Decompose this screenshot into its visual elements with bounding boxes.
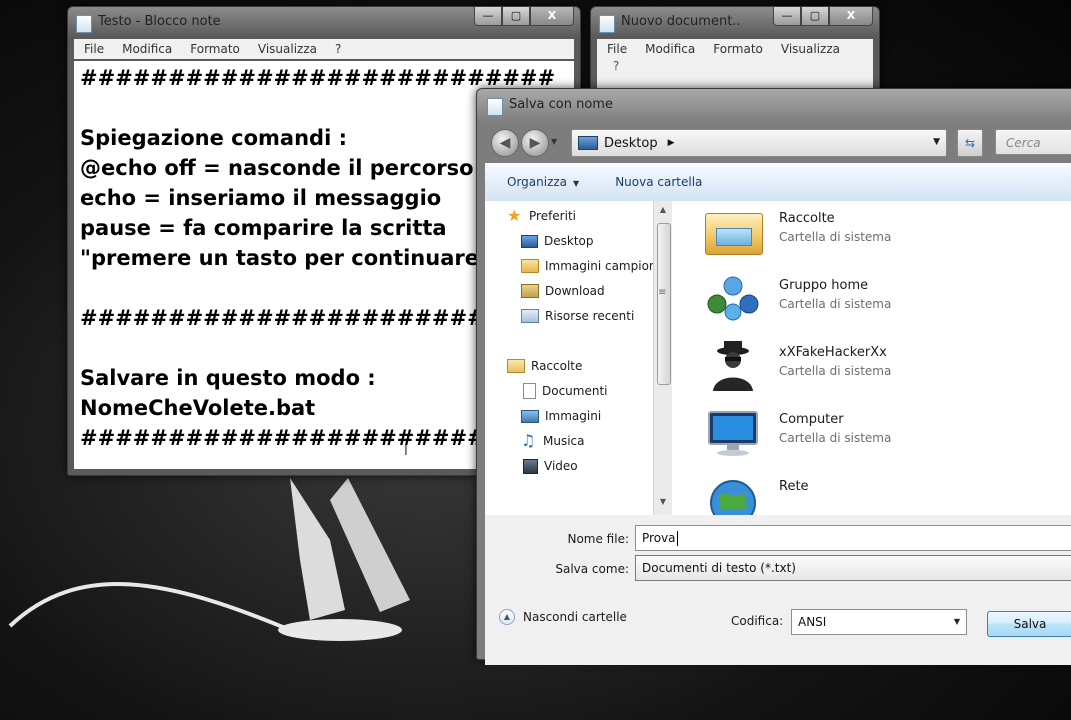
computer-icon <box>708 411 758 456</box>
scroll-grip-icon: ≡ <box>658 287 667 298</box>
minimize-button[interactable]: — <box>773 7 801 26</box>
organize-button[interactable]: Organizza ▼ <box>507 175 579 189</box>
menu-help[interactable]: ? <box>597 59 873 89</box>
nav-desktop[interactable]: Desktop <box>521 230 594 252</box>
menu-modifica[interactable]: Modifica <box>122 42 172 56</box>
nav-download[interactable]: Download <box>521 280 605 302</box>
nav-favorites[interactable]: ★ Preferiti <box>507 205 576 227</box>
back-button[interactable]: ◀ <box>491 129 519 157</box>
encoding-select[interactable]: ANSI ▼ <box>791 609 967 635</box>
search-input[interactable]: Cerca Desktop <box>995 129 1071 176</box>
navigation-bar: ◀ ▶ ▼ Desktop ▶ ▼ ⇆ Cerca Desktop <box>485 125 1071 176</box>
scrollbar-thumb[interactable] <box>657 223 671 385</box>
dialog-footer: Nome file: Prova Salva come: Documenti d… <box>485 515 1071 665</box>
save-dialog-title: Salva con nome <box>509 97 613 112</box>
refresh-icon[interactable]: ⇆ <box>957 129 983 157</box>
new-document-menubar: File Modifica Formato Visualizza <box>597 39 873 59</box>
star-icon: ★ <box>507 206 522 225</box>
forward-button[interactable]: ▶ <box>521 129 549 157</box>
library-icon <box>507 359 525 373</box>
new-folder-button[interactable]: Nuova cartella <box>615 175 702 189</box>
nav-sample-pictures[interactable]: Immagini campione <box>521 255 653 277</box>
dialog-body: ★ Preferiti Desktop Immagini campione Do… <box>485 201 1071 515</box>
save-as-type-label: Salva come: <box>555 562 629 576</box>
navigation-pane[interactable]: ★ Preferiti Desktop Immagini campione Do… <box>485 201 653 515</box>
filename-label: Nome file: <box>567 532 629 546</box>
close-button[interactable]: X <box>530 7 574 26</box>
encoding-label: Codifica: <box>731 614 784 628</box>
music-icon: ♫ <box>521 431 536 450</box>
maximize-button[interactable]: ▢ <box>502 7 530 26</box>
download-icon <box>521 284 539 298</box>
command-toolbar: Organizza ▼ Nuova cartella <box>485 163 1071 202</box>
video-icon <box>523 458 538 474</box>
navigation-scrollbar[interactable]: ▲ ≡ ▼ <box>653 201 672 515</box>
user-hacker-icon <box>713 341 753 391</box>
notepad-menubar: File Modifica Formato Visualizza ? <box>74 39 574 59</box>
library-icon <box>705 213 763 255</box>
notepad-icon <box>599 15 615 33</box>
address-bar[interactable]: Desktop ▶ ▼ <box>571 129 947 157</box>
save-button[interactable]: Salva <box>987 611 1071 637</box>
chevron-up-icon: ▲ <box>499 609 515 625</box>
nav-libraries[interactable]: Raccolte <box>507 355 582 377</box>
recent-pages-dropdown-icon[interactable]: ▼ <box>551 137 557 146</box>
menu-formato[interactable]: Formato <box>190 42 240 56</box>
nav-recent-places[interactable]: Risorse recenti <box>521 305 634 327</box>
network-icon <box>710 480 756 515</box>
menu-visualizza[interactable]: Visualizza <box>781 42 840 56</box>
minimize-button[interactable]: — <box>474 7 502 26</box>
file-list[interactable]: Raccolte Cartella di sistema Gruppo home… <box>675 201 1071 515</box>
nav-documents[interactable]: Documenti <box>523 380 608 402</box>
menu-formato[interactable]: Formato <box>713 42 763 56</box>
scroll-down-icon[interactable]: ▼ <box>654 497 672 506</box>
save-dialog-titlebar[interactable]: Salva con nome <box>477 89 1071 119</box>
menu-modifica[interactable]: Modifica <box>645 42 695 56</box>
notepad-titlebar[interactable]: Testo - Blocco note — ▢ X <box>68 7 580 37</box>
save-as-dialog[interactable]: Salva con nome ◀ ▶ ▼ Desktop ▶ ▼ ⇆ Cerca… <box>476 88 1071 665</box>
desktop-icon <box>578 136 598 150</box>
notepad-title: Testo - Blocco note <box>98 14 221 29</box>
nav-video[interactable]: Video <box>523 455 578 477</box>
desktop-icon <box>521 234 538 248</box>
notepad-icon <box>487 98 503 116</box>
menu-help[interactable]: ? <box>335 42 341 56</box>
filename-field[interactable]: Prova <box>635 525 1071 551</box>
chevron-down-icon[interactable]: ▼ <box>933 137 940 147</box>
pictures-icon <box>521 409 539 423</box>
close-button[interactable]: X <box>829 7 873 26</box>
maximize-button[interactable]: ▢ <box>801 7 829 26</box>
text-cursor-icon: I <box>404 444 408 459</box>
nav-music[interactable]: ♫ Musica <box>521 430 585 452</box>
chevron-right-icon[interactable]: ▶ <box>668 138 675 148</box>
text-caret <box>676 531 678 546</box>
menu-visualizza[interactable]: Visualizza <box>258 42 317 56</box>
address-text[interactable]: Desktop <box>604 136 658 151</box>
document-icon <box>523 383 536 399</box>
save-as-type-select[interactable]: Documenti di testo (*.txt) <box>635 555 1071 581</box>
menu-file[interactable]: File <box>84 42 104 56</box>
homegroup-icon <box>707 276 759 321</box>
notepad-icon <box>76 15 92 33</box>
scroll-up-icon[interactable]: ▲ <box>654 205 672 214</box>
nav-pictures[interactable]: Immagini <box>521 405 601 427</box>
recent-places-icon <box>521 309 539 323</box>
folder-icon <box>521 259 539 273</box>
menu-file[interactable]: File <box>607 42 627 56</box>
chevron-down-icon: ▼ <box>953 617 960 626</box>
new-document-title: Nuovo document... <box>621 14 741 29</box>
hide-folders-toggle[interactable]: ▲ Nascondi cartelle <box>499 609 627 625</box>
new-document-titlebar[interactable]: Nuovo document... — ▢ X <box>591 7 879 37</box>
